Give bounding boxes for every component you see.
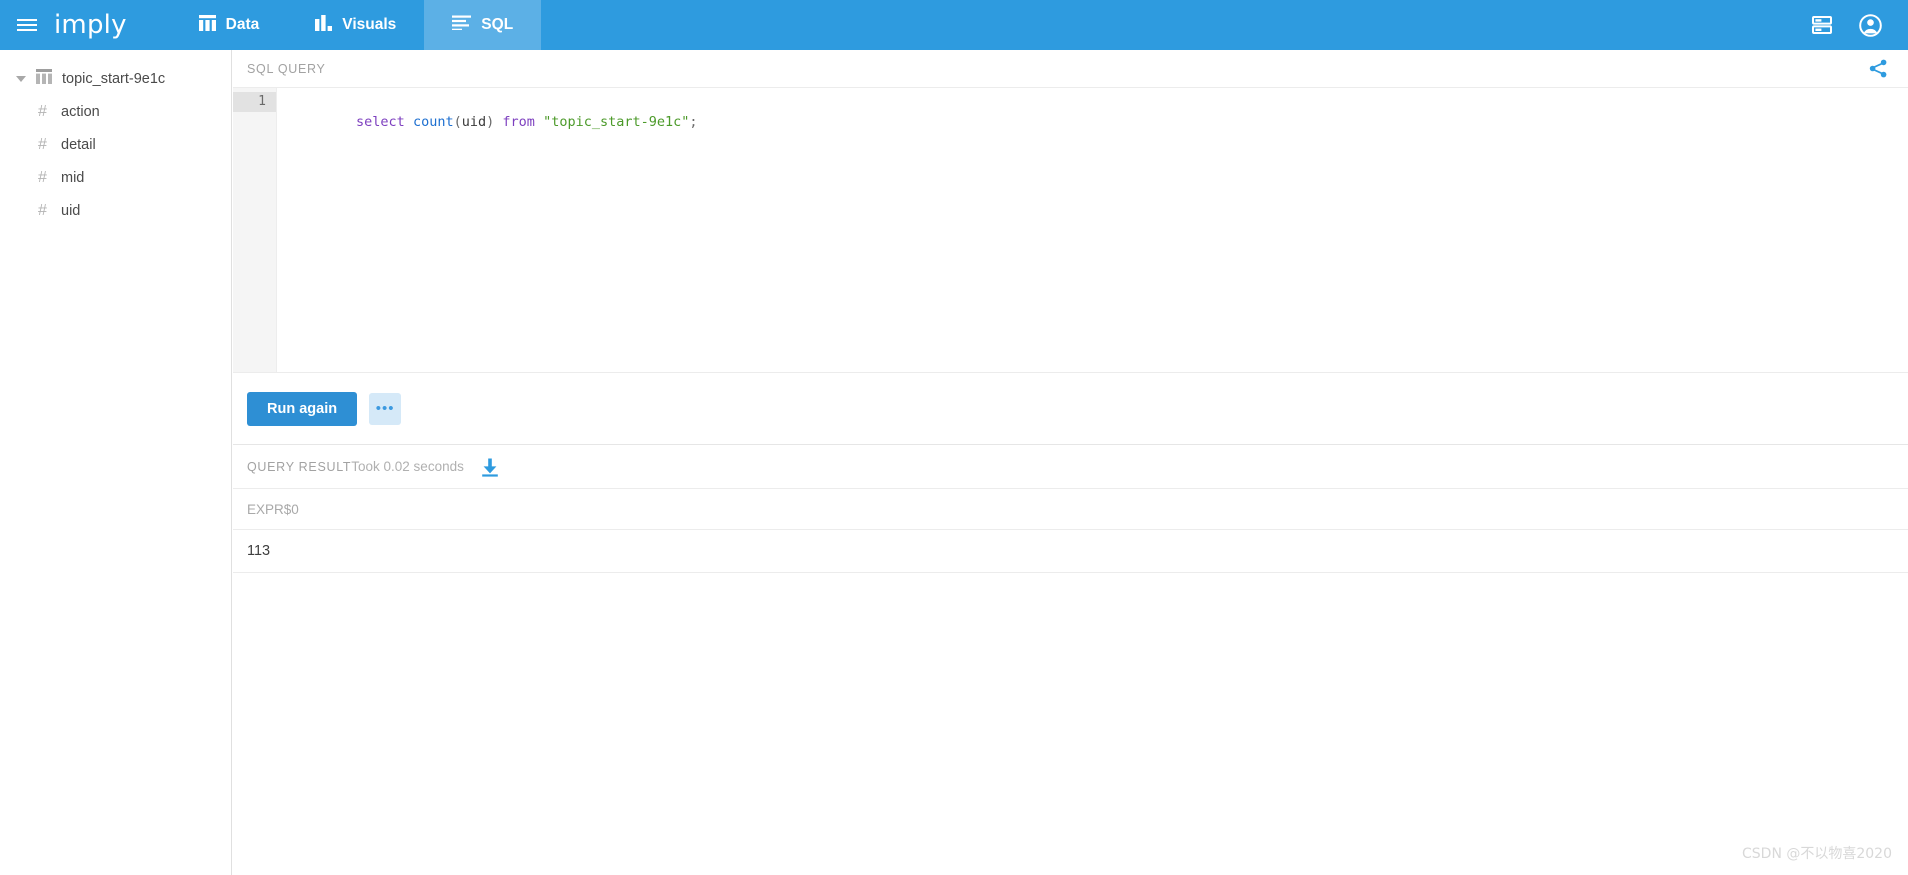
sidebar-datasource-label: topic_start-9e1c xyxy=(62,70,166,87)
servers-icon[interactable] xyxy=(1811,15,1833,35)
top-navigation-bar: imply Data Visuals SQL xyxy=(0,0,1908,50)
editor-code-area[interactable]: select count(uid) from "topic_start-9e1c… xyxy=(277,88,1908,372)
brand-logo[interactable]: imply xyxy=(54,0,171,50)
csdn-watermark: CSDN @不以物喜2020 xyxy=(1742,846,1892,862)
hamburger-icon xyxy=(17,17,37,33)
result-column-header[interactable]: EXPR$0 xyxy=(233,489,1908,530)
nav-item-visuals-label: Visuals xyxy=(342,16,397,33)
caret-down-icon[interactable] xyxy=(16,75,26,82)
hash-icon: # xyxy=(38,168,47,186)
sql-code-line: select count(uid) from "topic_start-9e1c… xyxy=(291,92,1908,130)
sidebar-column-action-label: action xyxy=(61,103,100,120)
share-icon[interactable] xyxy=(1869,59,1888,78)
sql-token-space-1 xyxy=(405,114,413,130)
query-result-table: EXPR$0 113 xyxy=(233,489,1908,573)
main-content: SQL QUERY 1 select count(uid) from "topi… xyxy=(233,50,1908,875)
editor-action-bar: Run again ••• xyxy=(233,373,1908,445)
sql-token-select: select xyxy=(356,114,405,130)
sql-query-title: SQL QUERY xyxy=(247,61,326,76)
sql-token-paren-open: ( xyxy=(453,114,462,130)
sidebar-column-mid[interactable]: # mid xyxy=(0,161,231,194)
query-timing-label: Took 0.02 seconds xyxy=(351,459,464,474)
sql-editor[interactable]: 1 select count(uid) from "topic_start-9e… xyxy=(233,88,1908,373)
sidebar-column-uid-label: uid xyxy=(61,202,81,219)
hash-icon: # xyxy=(38,102,47,120)
sql-lines-icon xyxy=(452,15,472,35)
sql-token-from: from xyxy=(502,114,535,130)
editor-gutter: 1 xyxy=(233,88,277,372)
sidebar-column-action[interactable]: # action xyxy=(0,95,231,128)
table-icon xyxy=(36,69,52,88)
query-result-header: QUERY RESULT Took 0.02 seconds xyxy=(233,445,1908,489)
editor-line-number: 1 xyxy=(233,92,276,112)
nav-item-data-label: Data xyxy=(225,16,260,33)
sidebar-column-mid-label: mid xyxy=(61,169,85,186)
nav-item-sql-label: SQL xyxy=(481,16,514,33)
table-row: 113 xyxy=(233,530,1908,573)
sidebar-column-detail-label: detail xyxy=(61,136,96,153)
nav-item-sql[interactable]: SQL xyxy=(424,0,542,50)
sql-token-count: count xyxy=(412,114,454,130)
download-icon[interactable] xyxy=(480,457,500,477)
hash-icon: # xyxy=(38,135,47,153)
run-again-button[interactable]: Run again xyxy=(247,391,358,426)
top-bar-actions xyxy=(1811,0,1908,50)
nav-item-visuals[interactable]: Visuals xyxy=(287,0,424,50)
hamburger-menu-button[interactable] xyxy=(0,0,54,50)
more-options-button[interactable]: ••• xyxy=(369,392,402,425)
sidebar-datasource-topic-start-9e1c[interactable]: topic_start-9e1c xyxy=(0,62,231,95)
sql-query-panel-header: SQL QUERY xyxy=(233,50,1908,88)
account-icon[interactable] xyxy=(1859,13,1882,37)
datasource-sidebar: topic_start-9e1c # action # detail # mid… xyxy=(0,50,232,875)
table-icon xyxy=(198,14,216,36)
hash-icon: # xyxy=(38,201,47,219)
sidebar-column-detail[interactable]: # detail xyxy=(0,128,231,161)
bar-chart-icon xyxy=(315,14,333,36)
sql-token-space-3 xyxy=(535,114,543,130)
query-result-title: QUERY RESULT xyxy=(247,459,352,474)
sql-token-table-name: "topic_start-9e1c" xyxy=(543,114,690,130)
sidebar-column-uid[interactable]: # uid xyxy=(0,194,231,227)
sql-token-uid: uid xyxy=(461,114,487,130)
sql-token-semicolon: ; xyxy=(689,114,698,130)
nav-item-data[interactable]: Data xyxy=(171,0,288,50)
